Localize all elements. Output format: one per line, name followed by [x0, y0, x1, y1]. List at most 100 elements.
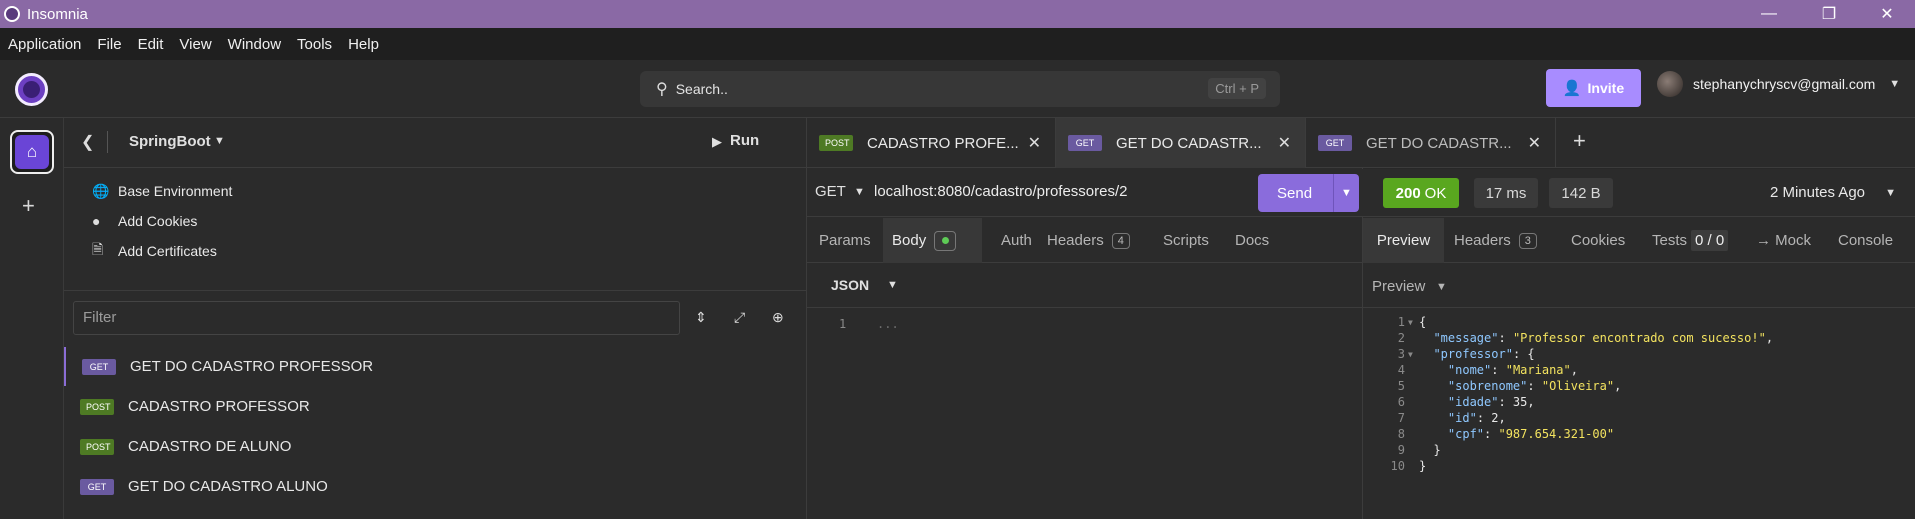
tab-get-cadastro-aluno[interactable]: GET GET DO CADASTR... ✕: [1306, 118, 1556, 168]
preview-mode-select[interactable]: Preview: [1372, 278, 1425, 295]
tab-get-cadastro-professor[interactable]: GET GET DO CADASTR... ✕: [1056, 118, 1306, 168]
tab-docs[interactable]: Docs: [1235, 218, 1269, 263]
user-email: stephanychryscv@gmail.com: [1693, 76, 1876, 92]
home-button[interactable]: ⌂: [10, 130, 54, 174]
restore-icon[interactable]: ❐: [1801, 0, 1857, 28]
chevron-down-icon[interactable]: ▼: [887, 279, 898, 291]
tab-scripts-label: Scripts: [1163, 232, 1209, 249]
request-name: GET DO CADASTRO ALUNO: [128, 478, 328, 495]
close-icon[interactable]: ✕: [1278, 133, 1291, 153]
code-line: 3 ▼ "professor": {: [1363, 347, 1915, 363]
top-bar: ⚲ Search.. Ctrl + P 👤 Invite stephanychr…: [0, 60, 1915, 118]
chevron-down-icon[interactable]: ▼: [1436, 281, 1447, 293]
line-number: 6: [1397, 395, 1405, 409]
tab-console[interactable]: Console: [1838, 218, 1893, 263]
chevron-down-icon[interactable]: ▼: [854, 186, 865, 198]
globe-icon: 🌐: [92, 182, 110, 199]
expand-icon[interactable]: ⤢: [734, 309, 745, 326]
method-select[interactable]: GET: [815, 183, 846, 200]
divider: [107, 131, 108, 153]
send-button[interactable]: Send ▼: [1258, 174, 1359, 212]
project-name[interactable]: SpringBoot: [129, 133, 211, 150]
menu-window[interactable]: Window: [228, 36, 281, 53]
method-badge: GET: [82, 358, 116, 375]
environment-section: 🌐 Base Environment ● Add Cookies 🗎 Add C…: [64, 169, 807, 291]
app-logo-icon[interactable]: [15, 73, 48, 106]
line-number: 1: [839, 317, 847, 331]
tab-auth[interactable]: Auth: [1001, 218, 1032, 263]
code-text: "message": "Professor encontrado com suc…: [1433, 331, 1774, 345]
url-input[interactable]: localhost:8080/cadastro/professores/2: [874, 183, 1127, 200]
body-format-select[interactable]: JSON: [831, 277, 869, 293]
menu-application[interactable]: Application: [8, 36, 81, 53]
menu-tools[interactable]: Tools: [297, 36, 332, 53]
method-badge: GET: [1318, 135, 1352, 151]
code-text: {: [1419, 315, 1427, 329]
tab-response-headers[interactable]: Headers 3: [1454, 218, 1537, 263]
search-icon: ⚲: [656, 81, 668, 98]
invite-label: Invite: [1587, 80, 1625, 96]
line-number: 2: [1397, 331, 1405, 345]
invite-button[interactable]: 👤 Invite: [1546, 69, 1641, 107]
sort-icon[interactable]: ⇕: [695, 309, 707, 326]
chevron-down-icon[interactable]: ▼: [214, 135, 225, 147]
add-icon[interactable]: +: [22, 193, 35, 219]
request-item[interactable]: POST CADASTRO PROFESSOR: [64, 387, 807, 426]
menu-file[interactable]: File: [97, 36, 121, 53]
method-badge: GET: [1068, 135, 1102, 151]
close-icon[interactable]: ✕: [1859, 0, 1915, 28]
tab-params[interactable]: Params: [819, 218, 871, 263]
menu-edit[interactable]: Edit: [138, 36, 164, 53]
tab-cadastro-professor[interactable]: POST CADASTRO PROFE... ✕: [807, 118, 1056, 168]
add-tab-icon[interactable]: +: [1573, 128, 1586, 154]
chevron-down-icon[interactable]: ▼: [1885, 187, 1896, 199]
code-text: "id": 2,: [1447, 411, 1506, 425]
add-user-icon: 👤: [1562, 80, 1582, 97]
tab-body[interactable]: Body: [883, 218, 982, 263]
add-certificates-label: Add Certificates: [118, 243, 217, 259]
tab-scripts[interactable]: Scripts: [1163, 218, 1209, 263]
tab-headers[interactable]: Headers 4: [1047, 218, 1130, 263]
response-time: 17 ms: [1474, 178, 1538, 208]
menu-view[interactable]: View: [179, 36, 211, 53]
request-item[interactable]: POST CADASTRO DE ALUNO: [64, 427, 807, 466]
request-item[interactable]: GET GET DO CADASTRO PROFESSOR: [64, 347, 807, 386]
back-icon[interactable]: ❮: [81, 132, 94, 152]
chevron-down-icon[interactable]: ▼: [1333, 174, 1359, 212]
run-button[interactable]: Run: [730, 132, 759, 149]
base-environment-label: Base Environment: [118, 183, 233, 199]
tab-preview[interactable]: Preview: [1363, 218, 1444, 263]
close-icon[interactable]: ✕: [1528, 133, 1541, 153]
tab-cookies[interactable]: Cookies: [1571, 218, 1625, 263]
line-number: 5: [1397, 379, 1405, 393]
chevron-down-icon: ▼: [1889, 78, 1901, 90]
filter-input[interactable]: Filter: [73, 301, 680, 335]
body-format-bar: JSON ▼: [807, 264, 1363, 308]
response-history[interactable]: 2 Minutes Ago: [1770, 184, 1865, 201]
tab-headers-label: Headers: [1454, 232, 1511, 249]
add-circle-icon[interactable]: ⊕: [772, 309, 784, 326]
code-line: 1 ▼ {: [1363, 315, 1915, 331]
response-body[interactable]: 1 ▼{2 "message": "Professor encontrado co…: [1363, 309, 1915, 519]
menu-help[interactable]: Help: [348, 36, 379, 53]
search-input[interactable]: ⚲ Search.. Ctrl + P: [640, 71, 1280, 107]
response-tabs: Preview Headers 3 Cookies Tests 0 / 0 → Mo…: [1363, 218, 1915, 263]
user-menu[interactable]: stephanychryscv@gmail.com ▼: [1657, 71, 1900, 97]
code-text: "professor": {: [1433, 347, 1535, 361]
search-shortcut: Ctrl + P: [1208, 78, 1266, 99]
line-number: 1: [1397, 315, 1405, 329]
request-item[interactable]: GET GET DO CADASTRO ALUNO: [64, 467, 807, 506]
tab-mock[interactable]: → Mock: [1756, 218, 1811, 263]
minimize-icon[interactable]: —: [1741, 0, 1797, 28]
fold-icon[interactable]: ▼: [1408, 350, 1413, 359]
tab-cookies-label: Cookies: [1571, 232, 1626, 249]
play-icon[interactable]: ▶: [712, 134, 722, 150]
close-icon[interactable]: ✕: [1028, 133, 1041, 153]
headers-count-badge: 3: [1518, 232, 1537, 249]
body-editor[interactable]: 1 ...: [807, 309, 1363, 519]
tab-params-label: Params: [819, 232, 871, 249]
code-line: 2 "message": "Professor encontrado com s…: [1363, 331, 1915, 347]
tab-tests[interactable]: Tests 0 / 0: [1652, 218, 1729, 263]
search-placeholder: Search..: [675, 81, 728, 97]
fold-icon[interactable]: ▼: [1408, 318, 1413, 327]
